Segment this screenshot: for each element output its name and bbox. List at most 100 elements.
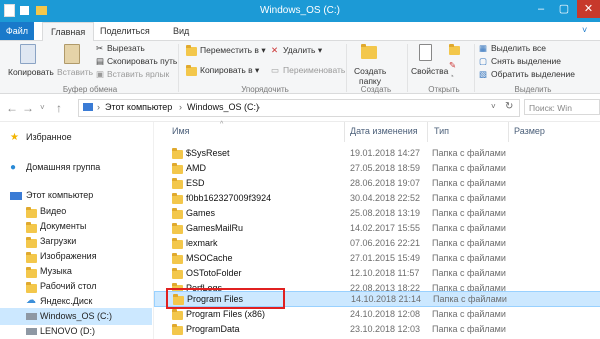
file-name: AMD	[186, 163, 206, 173]
window-title: Windows_OS (C:)	[259, 5, 340, 16]
folder-icon	[172, 208, 183, 219]
folder-icon	[172, 324, 183, 335]
downloads-folder-icon	[26, 237, 37, 248]
clipboard-group-label: Буфер обмена	[62, 85, 118, 94]
nav-documents[interactable]: Документы	[40, 221, 86, 231]
tab-share[interactable]: Поделиться	[92, 22, 158, 40]
file-name: OSTotoFolder	[186, 268, 242, 278]
back-icon[interactable]: ←	[6, 101, 18, 115]
address-dropdown-icon[interactable]: ˅	[491, 102, 496, 111]
new-folder-icon	[361, 44, 377, 59]
documents-folder-icon	[26, 222, 37, 233]
paste-shortcut-button[interactable]: Вставить ярлык	[107, 69, 169, 79]
refresh-icon[interactable]: ↻	[505, 101, 513, 112]
nav-desktop[interactable]: Рабочий стол	[40, 281, 97, 291]
copy-path-button[interactable]: Скопировать путь	[107, 56, 177, 66]
file-date: 27.05.2018 18:59	[350, 163, 421, 173]
paste-icon	[64, 44, 80, 64]
file-type: Папка с файлами	[432, 309, 506, 319]
select-all-button[interactable]: Выделить все	[491, 43, 546, 53]
file-name: lexmark	[186, 238, 218, 248]
file-name: GamesMailRu	[186, 223, 244, 233]
select-none-button[interactable]: Снять выделение	[491, 56, 561, 66]
column-size[interactable]: Размер	[514, 126, 545, 136]
delete-button[interactable]: Удалить ▾	[283, 45, 322, 56]
title-bar: Windows_OS (C:) – ▢ ✕	[0, 0, 600, 22]
cut-icon: ✂	[96, 43, 104, 53]
tab-view[interactable]: Вид	[165, 22, 197, 40]
nav-drive-c[interactable]: Windows_OS (C:)	[40, 311, 112, 321]
move-to-button[interactable]: Переместить в ▾	[200, 45, 266, 56]
table-row[interactable]: lexmark 07.06.2016 22:21 Папка с файлами	[154, 236, 600, 251]
folder-icon	[172, 268, 183, 279]
search-input[interactable]: Поиск: Win	[524, 99, 600, 115]
sort-arrow-icon: ^	[220, 121, 224, 128]
nav-pictures[interactable]: Изображения	[40, 251, 97, 261]
invert-selection-button[interactable]: Обратить выделение	[491, 69, 575, 79]
column-type[interactable]: Тип	[434, 126, 449, 136]
divider	[407, 44, 408, 92]
table-row[interactable]: MSOCache 27.01.2015 15:49 Папка с файлами	[154, 251, 600, 266]
column-name[interactable]: Имя	[172, 126, 190, 136]
divider[interactable]	[508, 122, 509, 142]
table-row[interactable]: Program Files (x86) 24.10.2018 12:08 Папка…	[154, 307, 600, 322]
close-button[interactable]: ✕	[577, 0, 600, 18]
nav-music[interactable]: Музыка	[40, 266, 72, 276]
copy-path-icon: ▤	[96, 56, 105, 66]
history-icon[interactable]: ◔	[449, 71, 454, 81]
table-row[interactable]: f0bb162327009f3924 30.04.2018 22:52 Папка …	[154, 191, 600, 206]
table-row[interactable]: Games 25.08.2018 13:19 Папка с файлами	[154, 206, 600, 221]
table-row[interactable]: ESD 28.06.2018 19:07 Папка с файлами	[154, 176, 600, 191]
file-type: Папка с файлами	[432, 238, 506, 248]
address-field[interactable]: › Этот компьютер › Windows_OS (C:) › ˅ ↻	[78, 99, 520, 117]
cut-button[interactable]: Вырезать	[107, 43, 145, 53]
divider[interactable]	[344, 122, 345, 142]
table-row[interactable]: $SysReset 19.01.2018 14:27 Папка с файлами	[154, 146, 600, 161]
table-row[interactable]: OSTotoFolder 12.10.2018 11:57 Папка с файл…	[154, 266, 600, 281]
table-row[interactable]: GamesMailRu 14.02.2017 15:55 Папка с файла…	[154, 221, 600, 236]
nav-homegroup[interactable]: Домашняя группа	[26, 162, 100, 172]
nav-yandex-disk[interactable]: Яндекс.Диск	[40, 296, 92, 306]
table-row[interactable]: AMD 27.05.2018 18:59 Папка с файлами	[154, 161, 600, 176]
select-group-label: Выделить	[514, 85, 552, 94]
divider	[178, 44, 179, 92]
paste-button[interactable]: Вставить	[57, 67, 93, 77]
rename-button[interactable]: Переименовать	[283, 65, 345, 75]
nav-drive-d[interactable]: LENOVO (D:)	[40, 326, 95, 336]
copy-button[interactable]: Копировать	[8, 67, 54, 77]
open-group-label: Открыть	[428, 85, 460, 94]
tab-file[interactable]: Файл	[0, 22, 34, 40]
open-icon[interactable]	[449, 44, 460, 55]
forward-icon[interactable]: →	[22, 101, 34, 115]
divider[interactable]	[427, 122, 428, 142]
up-icon[interactable]: ↑	[56, 101, 62, 115]
nav-downloads[interactable]: Загрузки	[40, 236, 76, 246]
folder-icon	[172, 253, 183, 264]
copy-to-button[interactable]: Копировать в ▾	[200, 65, 259, 76]
file-name: f0bb162327009f3924	[186, 193, 272, 203]
star-icon: ★	[10, 132, 19, 143]
nav-this-pc[interactable]: Этот компьютер	[26, 190, 93, 200]
ribbon-expand-icon[interactable]: ˅	[582, 25, 587, 35]
recent-dropdown-icon[interactable]: ˅	[40, 103, 45, 112]
maximize-button[interactable]: ▢	[553, 0, 575, 18]
breadcrumb-separator-icon[interactable]: ›	[97, 102, 100, 112]
properties-button[interactable]: Свойства	[411, 66, 448, 76]
breadcrumb-drive[interactable]: Windows_OS (C:)	[187, 102, 259, 112]
breadcrumb-separator-icon[interactable]: ›	[257, 102, 260, 112]
new-folder-button[interactable]: Создать	[354, 66, 386, 76]
table-row[interactable]: ProgramData 23.10.2018 12:03 Папка с файла…	[154, 322, 600, 337]
folder-icon	[172, 178, 183, 189]
edit-icon[interactable]: ✎	[449, 60, 456, 71]
column-date[interactable]: Дата изменения	[350, 126, 418, 136]
properties-icon	[419, 44, 432, 61]
nav-video[interactable]: Видео	[40, 206, 66, 216]
breadcrumb-this-pc[interactable]: Этот компьютер	[105, 102, 172, 112]
folder-icon	[172, 163, 183, 174]
nav-favorites[interactable]: Избранное	[26, 132, 72, 142]
tab-home[interactable]: Главная	[42, 22, 95, 41]
breadcrumb-separator-icon[interactable]: ›	[179, 102, 182, 112]
file-name: ESD	[186, 178, 205, 188]
paste-shortcut-icon: ▣	[96, 69, 105, 79]
minimize-button[interactable]: –	[530, 0, 552, 18]
